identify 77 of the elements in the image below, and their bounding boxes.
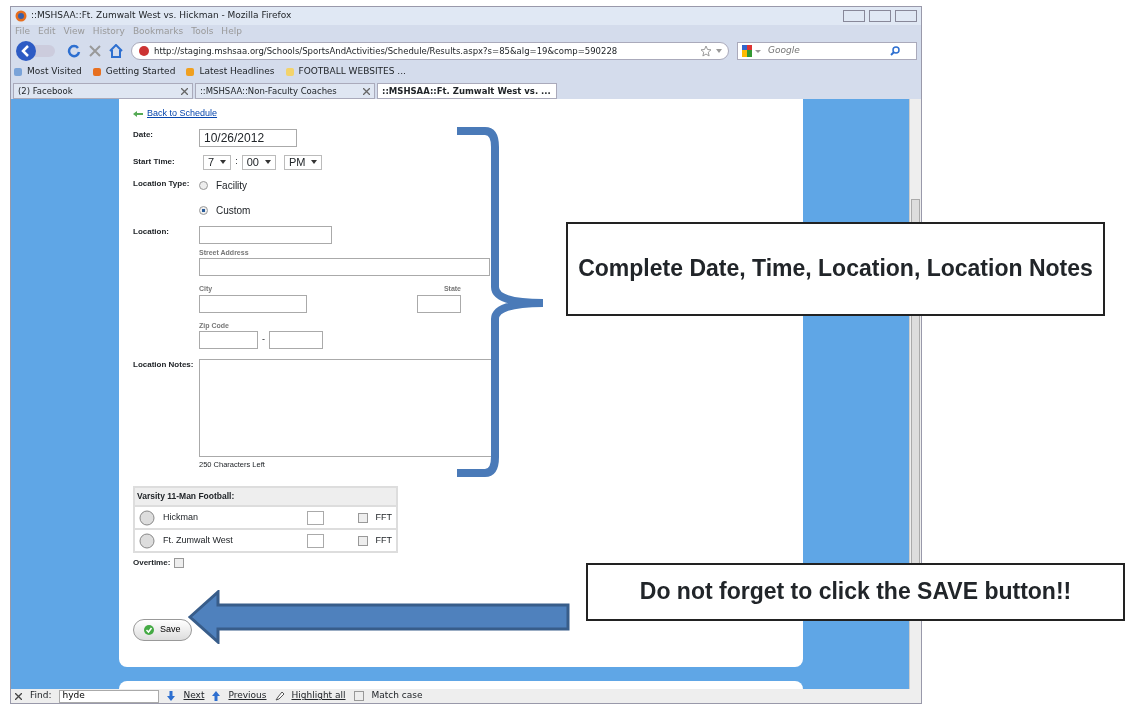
checkbox-label: Match case [371,689,423,703]
browser-tab[interactable]: ::MSHSAA::Non-Faculty Coaches [195,83,375,99]
period-dropdown[interactable]: PM [283,154,323,170]
hour-dropdown[interactable]: 7 [203,154,232,170]
star-icon[interactable] [700,45,712,57]
bookmark-item[interactable]: Getting Started [91,65,176,79]
radio-option[interactable]: Custom [199,202,251,218]
overtime-checkbox[interactable] [174,558,185,568]
save-button[interactable]: Save [133,619,192,641]
fft-checkbox[interactable] [357,535,368,546]
address-bar[interactable]: http://staging.mshsaa.org/Schools/SportsAndActivities/Schedule/Results.aspx?s=85&alg=19&comp=590228 [131,42,729,60]
close-icon[interactable] [15,692,22,700]
field-label: Location Type: [133,177,191,190]
stop-icon[interactable] [89,45,101,57]
minimize-button[interactable] [843,10,865,22]
close-icon[interactable] [363,87,370,95]
radio-option[interactable]: Facility [199,177,251,193]
field-label: Overtime: [133,557,171,569]
zip-extension-field[interactable] [269,331,323,349]
window-title: ::MSHSAA::Ft. Zumwalt West vs. Hickman - Mozilla Firefox [31,9,292,23]
caret-icon[interactable] [716,49,722,53]
field-label: Location Notes: [133,359,195,371]
site-icon [138,45,150,57]
next-button[interactable]: Next [183,689,205,703]
caret-icon [264,160,271,164]
close-button[interactable] [895,10,917,22]
previous-button[interactable]: Previous [228,689,267,703]
reload-icon[interactable] [67,44,81,58]
annotation-callout: Do not forget to click the SAVE button!! [586,563,1125,621]
checkbox-label: FFT [375,510,392,524]
city-field[interactable] [199,294,307,313]
field-label: Date: [133,128,154,141]
bookmark-item[interactable]: Latest Headlines [185,65,275,79]
team-logo-icon [139,532,155,549]
match-case-checkbox[interactable] [353,691,364,701]
bookmark-item[interactable]: Most Visited [13,65,82,79]
minute-dropdown[interactable]: 00 [241,154,276,170]
annotation-callout: Complete Date, Time, Location, Location Notes [566,222,1105,316]
close-icon[interactable] [181,87,188,95]
caret-icon [311,160,318,164]
highlighter-icon [274,691,284,701]
team-logo-icon [139,509,155,526]
browser-tab[interactable]: (2) Facebook [13,83,193,99]
location-notes-field[interactable] [199,359,494,457]
location-field[interactable] [199,225,332,244]
caret-icon [220,160,227,164]
score-field[interactable] [306,533,324,548]
search-field[interactable]: Google [737,42,917,60]
field-label: Start Time: [133,156,176,168]
browser-logo-icon [15,10,27,22]
team-name: Ft. Zumwalt West [163,533,233,547]
arrow-left-icon [133,110,143,117]
time-separator: : [235,155,238,169]
search-engine-icon[interactable] [742,45,762,57]
find-label: Find: [30,689,52,703]
browser-tab[interactable]: ::MSHSAA::Ft. Zumwalt West vs. ... [377,83,557,99]
checkbox-label: FFT [375,533,392,547]
search-icon[interactable] [890,46,900,56]
zip-code-field[interactable] [199,331,258,349]
arrow-down-icon [167,691,176,701]
panel-title: Varsity 11-Man Football: [135,488,396,505]
state-field[interactable] [417,294,461,313]
arrow-up-icon [212,691,221,701]
restore-button[interactable] [869,10,891,22]
find-field[interactable]: hyde [59,689,160,703]
score-field[interactable] [306,510,324,525]
street-address-field[interactable] [199,258,490,276]
zip-separator: - [262,333,265,347]
date-field[interactable]: 10/26/2012 [199,128,297,147]
team-name: Hickman [163,510,198,524]
bookmark-item[interactable]: FOOTBALL WEBSITES ... [284,65,406,79]
highlight-all-button[interactable]: Highlight all [291,689,346,703]
field-label: Location: [133,225,170,238]
back-link[interactable]: Back to Schedule [147,107,218,121]
home-icon[interactable] [109,44,123,58]
fft-checkbox[interactable] [357,512,368,523]
check-icon [144,624,154,635]
